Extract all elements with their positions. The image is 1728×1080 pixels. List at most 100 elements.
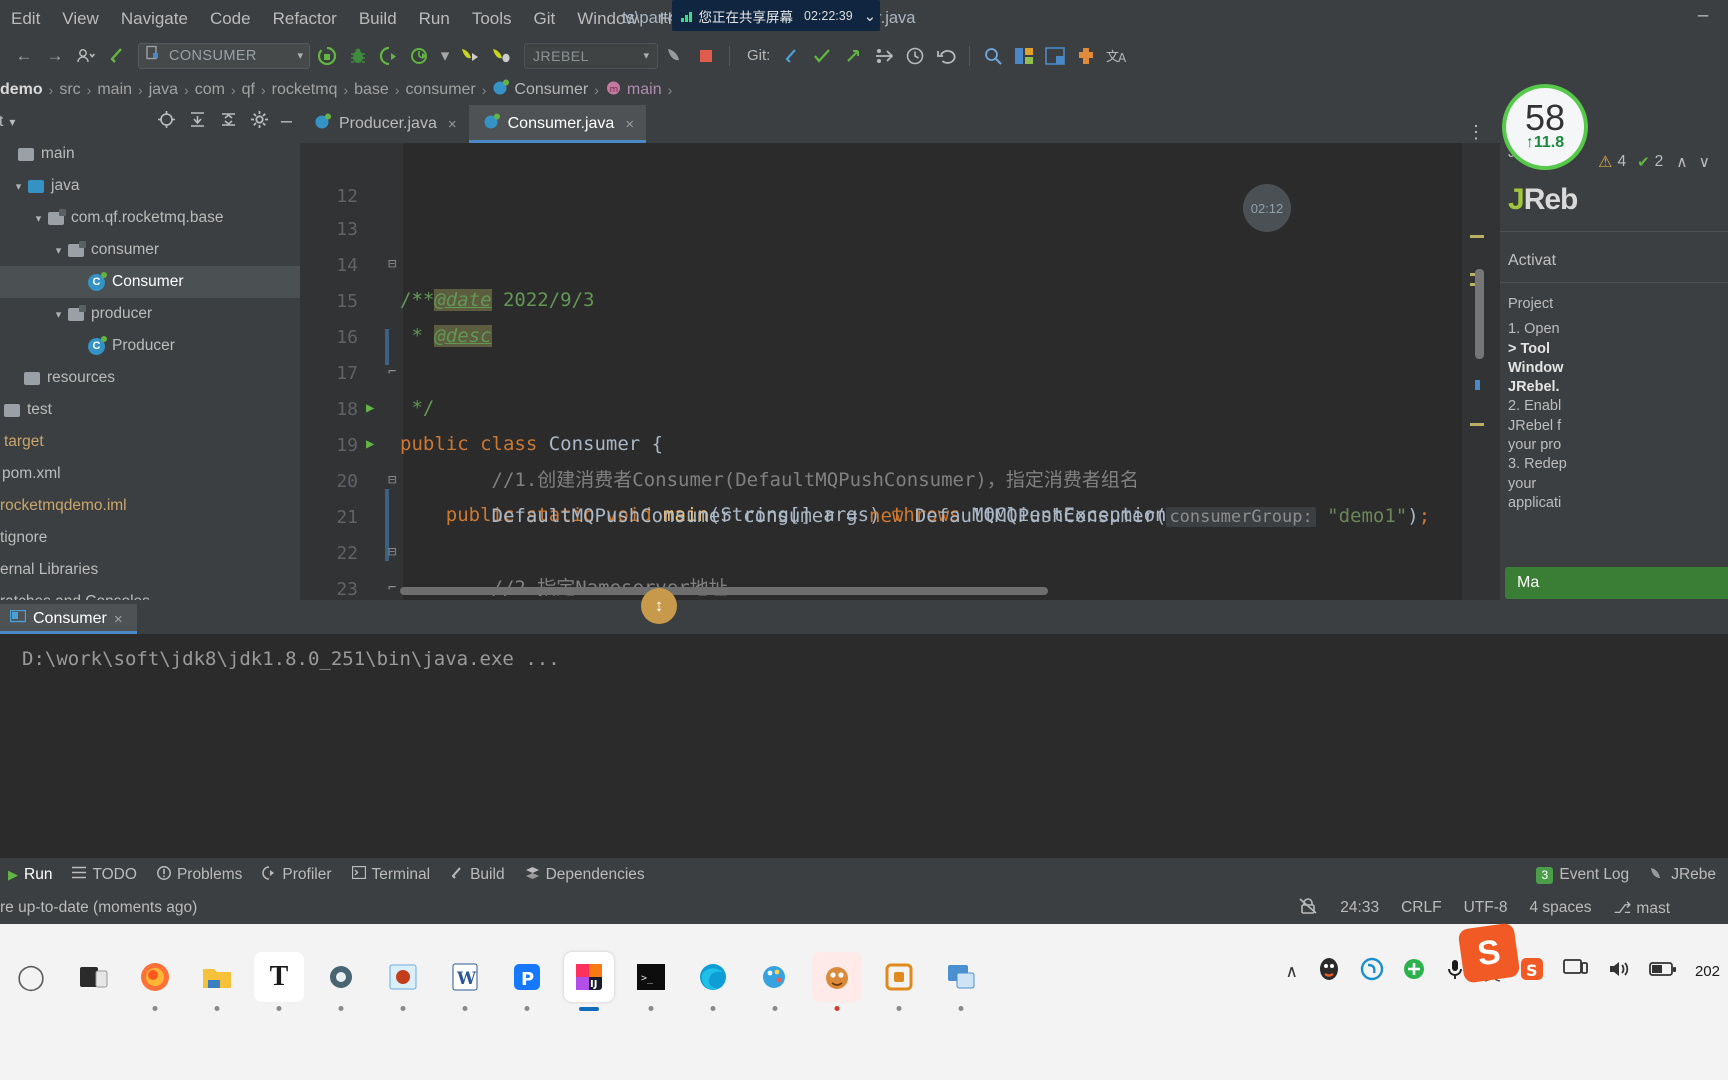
- next-highlight-icon[interactable]: ∨: [1699, 153, 1710, 172]
- typora-icon[interactable]: T: [254, 952, 304, 1011]
- tree-item-target[interactable]: target: [0, 426, 300, 458]
- search-icon[interactable]: [979, 43, 1007, 69]
- profile-run-button[interactable]: [406, 43, 434, 69]
- menu-item-build[interactable]: Build: [348, 9, 408, 29]
- back-arrow-icon[interactable]: ←: [10, 43, 38, 69]
- git-commit-icon[interactable]: [808, 43, 836, 69]
- hide-panel-icon[interactable]: –: [281, 110, 292, 133]
- git-history-icon[interactable]: [901, 43, 929, 69]
- jrebel-tool-window[interactable]: JRebe: [1649, 866, 1716, 885]
- tree-item-package[interactable]: ▾ com.qf.rocketmq.base: [0, 202, 300, 234]
- chevron-down-icon[interactable]: ▾: [297, 49, 303, 62]
- menu-item-code[interactable]: Code: [199, 9, 262, 29]
- tool-window-build[interactable]: Build: [450, 866, 505, 885]
- git-update-icon[interactable]: [777, 43, 805, 69]
- layout-icon-1[interactable]: [1010, 43, 1038, 69]
- jrebel-configuration-selector[interactable]: JREBEL ▾: [524, 42, 658, 69]
- taskview-icon[interactable]: [68, 952, 118, 1002]
- tool-window-todo[interactable]: TODO: [72, 866, 137, 884]
- project-tree[interactable]: main ▾ java ▾ com.qf.rocketmq.base ▾ con…: [0, 138, 300, 600]
- git-branches-icon[interactable]: [870, 43, 898, 69]
- breadcrumb-item-base[interactable]: base: [354, 81, 389, 99]
- run-tab-consumer[interactable]: Consumer ×: [0, 604, 137, 634]
- close-icon[interactable]: ×: [625, 116, 634, 133]
- powerpoint-icon[interactable]: [378, 952, 428, 1011]
- word-icon[interactable]: W: [440, 952, 490, 1011]
- tree-item-main[interactable]: main: [0, 138, 300, 170]
- caret-position[interactable]: 24:33: [1340, 899, 1379, 917]
- minimize-button[interactable]: –: [1692, 6, 1714, 28]
- intellij-idea-icon[interactable]: IJ: [564, 952, 614, 1011]
- close-icon[interactable]: ×: [448, 116, 457, 133]
- chevron-down-icon[interactable]: ▾: [52, 308, 65, 321]
- jrebel-icon[interactable]: [661, 43, 689, 69]
- jrebel-action-button[interactable]: Ma: [1505, 567, 1728, 599]
- tree-item-pom[interactable]: pom.xml: [0, 458, 300, 490]
- qq-icon[interactable]: [1316, 956, 1342, 988]
- menu-item-tools[interactable]: Tools: [461, 9, 523, 29]
- code-content[interactable]: 12 13 ⊟ /** 14 * @date 2022/9/3 15 * @de…: [300, 143, 1500, 600]
- chevron-down-icon[interactable]: ▾: [12, 180, 25, 193]
- code-editor[interactable]: 12 13 ⊟ /** 14 * @date 2022/9/3 15 * @de…: [300, 143, 1500, 600]
- settings-gear-icon[interactable]: [250, 110, 269, 134]
- menu-item-edit[interactable]: Edit: [0, 9, 51, 29]
- tab-producer-java[interactable]: Producer.java ×: [300, 105, 469, 143]
- tree-item-consumer-package[interactable]: ▾ consumer: [0, 234, 300, 266]
- tree-item-external-libraries[interactable]: ernal Libraries: [0, 554, 300, 586]
- git-push-icon[interactable]: [839, 43, 867, 69]
- tool-window-terminal[interactable]: Terminal: [351, 865, 430, 884]
- chevron-down-icon[interactable]: ▾: [437, 43, 453, 69]
- tree-item-consumer-class[interactable]: C Consumer: [0, 266, 300, 298]
- tool-window-dependencies[interactable]: Dependencies: [525, 866, 645, 885]
- tree-item-java[interactable]: ▾ java: [0, 170, 300, 202]
- scrollbar-thumb[interactable]: [1475, 269, 1484, 359]
- translate-icon[interactable]: 文A: [1103, 43, 1133, 69]
- expand-all-icon[interactable]: [188, 110, 207, 134]
- menu-item-navigate[interactable]: Navigate: [110, 9, 199, 29]
- tree-item-iml[interactable]: rocketmqdemo.iml: [0, 490, 300, 522]
- run-configuration-selector[interactable]: CONSUMER ▾: [138, 42, 310, 69]
- breadcrumb-item-class[interactable]: Consumer: [514, 81, 588, 99]
- jrebel-debug-button[interactable]: [487, 43, 515, 69]
- plus-circle-icon[interactable]: [1402, 957, 1426, 987]
- stop-button[interactable]: [692, 43, 720, 69]
- tree-item-resources[interactable]: resources: [0, 362, 300, 394]
- run-button[interactable]: [313, 43, 341, 69]
- tree-item-scratches[interactable]: ratches and Consoles: [0, 586, 300, 600]
- inspection-scrollbar[interactable]: [1462, 143, 1500, 600]
- start-icon[interactable]: ◯: [6, 952, 56, 1002]
- breadcrumb-item-src[interactable]: src: [59, 81, 80, 99]
- update-project-icon[interactable]: [103, 43, 131, 69]
- tree-item-producer-package[interactable]: ▾ producer: [0, 298, 300, 330]
- processon-icon[interactable]: P: [502, 952, 552, 1011]
- user-profile-icon[interactable]: [72, 43, 100, 69]
- breadcrumb-item-java[interactable]: java: [149, 81, 178, 99]
- collapse-all-icon[interactable]: [219, 110, 238, 134]
- breadcrumb-item-consumer[interactable]: consumer: [406, 81, 476, 99]
- browser-tray-icon[interactable]: [1360, 957, 1384, 987]
- onenote-icon[interactable]: [874, 952, 924, 1011]
- chevron-down-icon[interactable]: ▾: [52, 244, 65, 257]
- breadcrumb-item-demo[interactable]: demo: [0, 81, 43, 99]
- chevron-up-icon[interactable]: ∧: [1286, 962, 1298, 982]
- breadcrumb-item-rocketmq[interactable]: rocketmq: [272, 81, 338, 99]
- line-separator[interactable]: CRLF: [1401, 899, 1441, 917]
- previous-highlight-icon[interactable]: ∧: [1676, 153, 1687, 172]
- chevron-down-icon[interactable]: ▾: [32, 212, 45, 225]
- tree-item-gitignore[interactable]: tignore: [0, 522, 300, 554]
- menu-item-git[interactable]: Git: [523, 9, 567, 29]
- editor-horizontal-scrollbar[interactable]: [400, 587, 1048, 595]
- jrebel-run-button[interactable]: [456, 43, 484, 69]
- screen-share-indicator[interactable]: 您正在共享屏幕 02:22:39 ⌄: [672, 0, 880, 31]
- tab-options-icon[interactable]: ⋮: [1467, 122, 1500, 143]
- inspection-summary[interactable]: ⚠ 4 ✔ 2 ∧ ∨: [1598, 152, 1710, 172]
- debug-button[interactable]: [344, 43, 372, 69]
- resize-handle[interactable]: ↕: [641, 588, 677, 624]
- menu-item-view[interactable]: View: [51, 9, 110, 29]
- git-branch[interactable]: ⎇ mast: [1614, 899, 1670, 918]
- locate-icon[interactable]: [157, 110, 176, 134]
- layout-icon-2[interactable]: [1041, 43, 1069, 69]
- tab-consumer-java[interactable]: Consumer.java ×: [468, 105, 647, 143]
- tree-item-producer-class[interactable]: C Producer: [0, 330, 300, 362]
- paint-icon[interactable]: [750, 952, 800, 1011]
